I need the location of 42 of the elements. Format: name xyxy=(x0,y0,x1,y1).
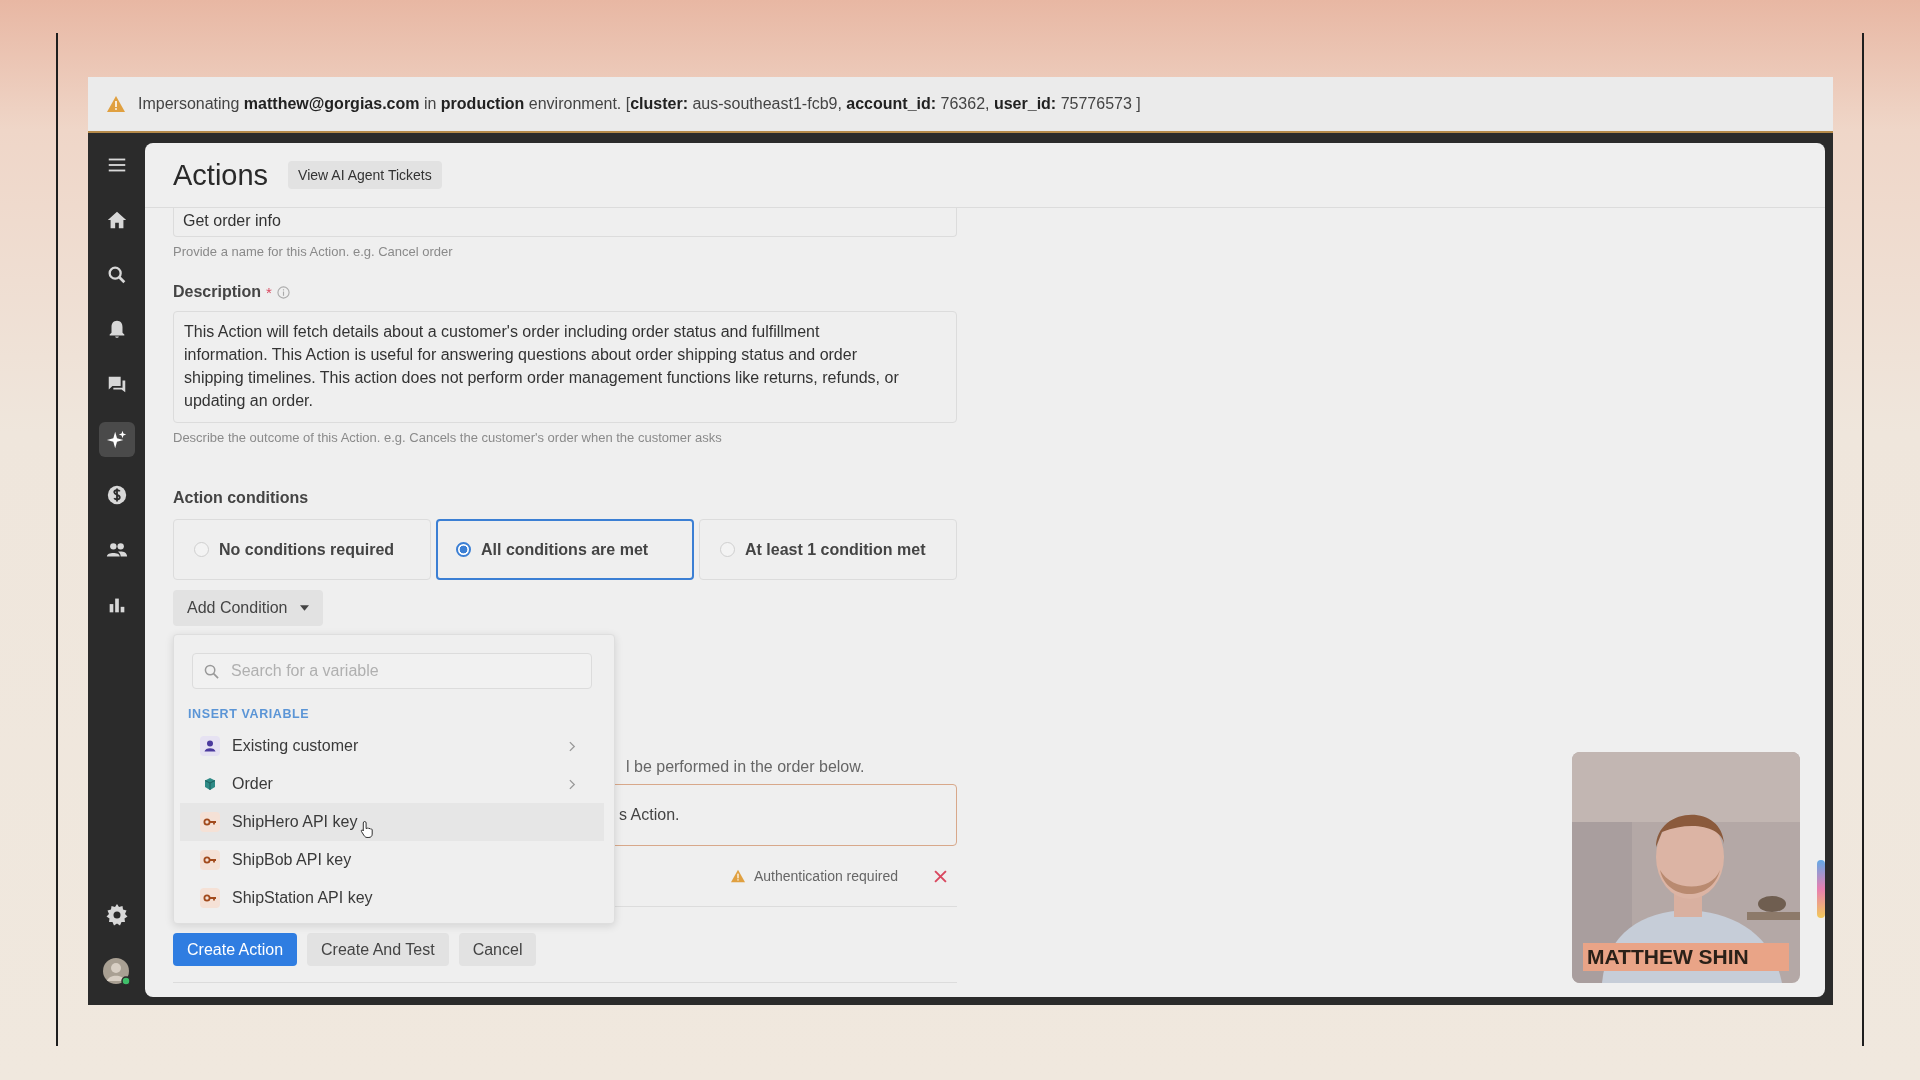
menu-item[interactable]: Existing customer xyxy=(180,727,604,765)
chevron-right-icon xyxy=(569,740,576,752)
help-text: Describe the outcome of this Action. e.g. Cancels the customer's order when the customer asks xyxy=(173,430,723,445)
action-button[interactable]: Create And Test xyxy=(307,933,449,966)
menu-heading: INSERT VARIABLE xyxy=(188,707,311,721)
key-icon xyxy=(200,850,220,870)
scroll-indicator xyxy=(1817,860,1825,918)
name-caption: MATTHEW SHIN xyxy=(1583,943,1789,971)
warning-text: Authentication required xyxy=(754,868,898,884)
page-title: Actions xyxy=(173,158,269,192)
section-label: Action conditions xyxy=(173,489,310,507)
help-text: Provide a name for this Action. e.g. Cancel order xyxy=(173,244,454,259)
condition-option[interactable]: All conditions are met xyxy=(436,519,694,580)
view-tickets-button[interactable]: View AI Agent Tickets xyxy=(288,161,442,189)
key-icon xyxy=(200,812,220,832)
warning-icon xyxy=(730,869,746,883)
field-label: Description xyxy=(173,283,261,301)
hand-cursor-icon xyxy=(360,820,375,839)
menu-item[interactable]: ShipHero API key xyxy=(180,803,604,841)
key-icon xyxy=(200,888,220,908)
action-button[interactable]: Create Action xyxy=(173,933,298,966)
search-field[interactable]: Search for a variable xyxy=(192,653,592,689)
add-condition-button[interactable]: Add Condition xyxy=(173,590,323,626)
required-mark: * xyxy=(266,283,272,301)
caret-icon xyxy=(299,605,309,611)
close-icon[interactable] xyxy=(934,869,947,883)
impersonation-message: Impersonating matthew@gorgias.com in production environment. [cluster: aus-southeast1-fcb9, account_id: 76362, user_id: 75776573 ] xyxy=(138,95,1141,113)
menu-item[interactable]: ShipBob API key xyxy=(180,841,604,879)
warning-icon xyxy=(106,95,126,113)
steps-hint: l be performed in the order below. xyxy=(626,758,865,776)
menu-item[interactable]: Order xyxy=(180,765,604,803)
chevron-right-icon xyxy=(569,778,576,790)
info-icon xyxy=(276,285,290,299)
condition-option[interactable]: No conditions required xyxy=(173,519,431,580)
action-button[interactable]: Cancel xyxy=(458,933,537,966)
name-field[interactable]: Get order info xyxy=(173,208,957,237)
condition-option[interactable]: At least 1 condition met xyxy=(699,519,957,580)
sparkle-icon[interactable] xyxy=(98,422,135,457)
step-text: s Action. xyxy=(619,806,680,824)
person-icon xyxy=(200,736,220,756)
menu-item[interactable]: ShipStation API key xyxy=(180,879,604,917)
description-field[interactable]: This Action will fetch details about a customer's order including order status and fulfillment information. This Action is useful for answering questions about order shipping status and order shipping timelines. This action does not perform order management functions like returns, refunds, or updating an order. xyxy=(173,311,957,423)
